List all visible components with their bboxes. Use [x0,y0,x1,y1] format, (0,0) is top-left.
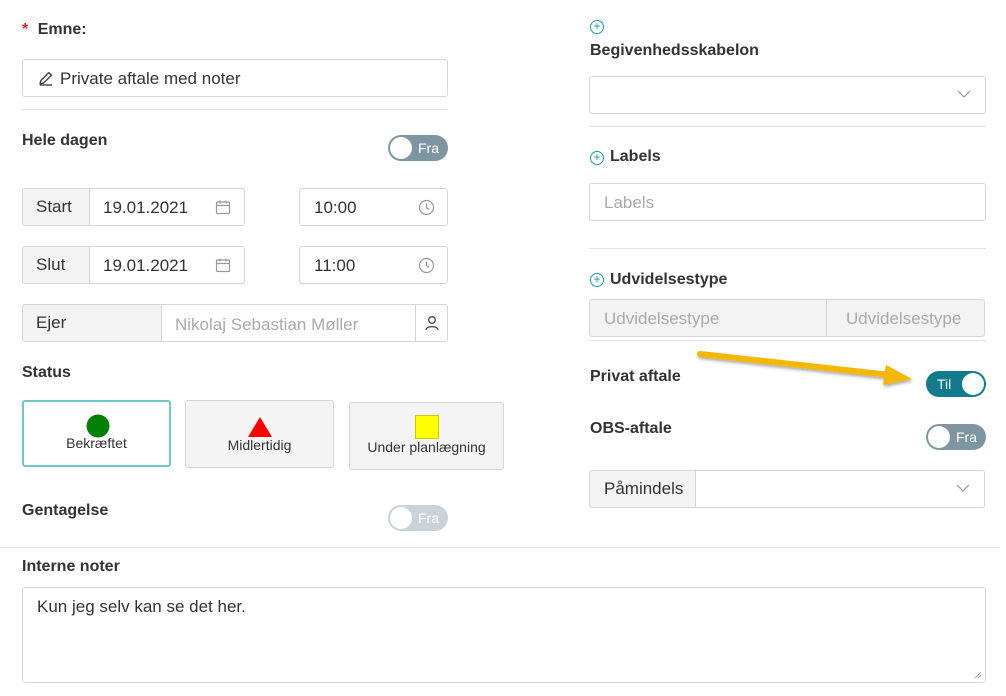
labels-label: Labels [610,148,661,165]
interne-noter-label: Interne noter [22,558,120,575]
resize-handle-icon[interactable] [974,671,982,679]
clock-icon[interactable] [418,199,435,216]
gentagelse-toggle[interactable]: Fra [388,505,448,531]
user-picker-button[interactable] [415,305,447,341]
ejer-placeholder: Nikolaj Sebastian Møller [175,315,359,334]
calendar-icon[interactable] [215,199,231,215]
start-date-value: 19.01.2021 [103,198,189,217]
toggle-knob [928,426,950,448]
toggle-knob [962,373,984,395]
udvidelsestype-group[interactable]: Udvidelsestype Udvidelsestype [589,299,985,337]
start-time-input[interactable]: 10:00 [299,188,448,226]
gentagelse-toggle-text: Fra [418,510,439,526]
add-begivenhedsskabelon-icon[interactable]: + [590,20,604,34]
status-option-label: Under planlægning [367,439,486,455]
emne-label-row: * Emne: [22,21,87,39]
emne-colon: : [81,21,87,38]
triangle-icon [248,417,272,437]
obs-aftale-label: OBS-aftale [590,420,672,437]
hele-dagen-toggle-text: Fra [418,140,439,156]
paamindelse-label: Påmindels [590,471,696,507]
ejer-label: Ejer [23,305,162,341]
labels-placeholder: Labels [604,193,655,212]
ejer-group[interactable]: Ejer Nikolaj Sebastian Møller [22,304,448,342]
divider [589,248,986,249]
chevron-down-icon [957,90,971,99]
begivenhedsskabelon-label: Begivenhedsskabelon [590,42,759,59]
status-option-midlertidig[interactable]: Midlertidig [185,400,334,468]
hele-dagen-toggle[interactable]: Fra [388,135,448,161]
add-udvidelsestype-icon[interactable]: + [590,273,604,287]
privat-aftale-toggle[interactable]: Til [926,371,986,397]
gentagelse-label: Gentagelse [22,502,109,519]
emne-input[interactable]: Private aftale med noter [22,59,448,97]
clock-icon[interactable] [418,257,435,274]
slut-time-value: 11:00 [314,256,356,275]
udvidelsestype-left[interactable]: Udvidelsestype [590,300,827,336]
status-option-label: Midlertidig [227,437,292,453]
chevron-down-icon[interactable] [956,484,970,493]
hele-dagen-label: Hele dagen [22,132,108,149]
slut-date-group[interactable]: Slut 19.01.2021 [22,246,245,284]
udvidelsestype-right-placeholder[interactable]: Udvidelsestype [846,309,961,329]
emne-value: Private aftale med noter [60,69,241,88]
udvidelsestype-left-placeholder: Udvidelsestype [604,309,720,328]
divider [589,126,986,127]
status-option-under-planlaegning[interactable]: Under planlægning [349,402,504,470]
toggle-knob [390,507,412,529]
privat-aftale-label: Privat aftale [590,368,681,385]
slut-date-value: 19.01.2021 [103,256,189,275]
add-labels-icon[interactable]: + [590,151,604,165]
user-icon [424,315,440,331]
obs-aftale-toggle[interactable]: Fra [926,424,986,450]
annotation-arrow-icon [697,351,912,385]
emne-label: Emne [37,21,82,38]
interne-noter-textarea[interactable]: Kun jeg selv kan se det her. [22,587,986,683]
divider [589,340,986,341]
status-option-label: Bekræftet [66,435,127,451]
start-label: Start [23,189,90,225]
required-marker: * [22,21,29,38]
status-label: Status [22,364,71,381]
slut-time-input[interactable]: 11:00 [299,246,448,284]
calendar-icon[interactable] [215,257,231,273]
start-date-group[interactable]: Start 19.01.2021 [22,188,245,226]
square-icon [415,415,439,439]
begivenhedsskabelon-select[interactable] [589,76,986,114]
pencil-icon [38,70,54,86]
start-time-value: 10:00 [314,198,357,217]
divider [0,547,1000,548]
interne-noter-value: Kun jeg selv kan se det her. [37,597,246,616]
labels-input[interactable]: Labels [589,183,986,221]
status-option-bekraeftet[interactable]: Bekræftet [22,400,171,467]
toggle-knob [390,137,412,159]
paamindelse-group[interactable]: Påmindels [589,470,985,508]
udvidelsestype-label: Udvidelsestype [610,271,728,288]
divider [22,109,448,110]
obs-aftale-toggle-text: Fra [956,429,977,445]
slut-label: Slut [23,247,90,283]
privat-aftale-toggle-text: Til [937,376,952,392]
